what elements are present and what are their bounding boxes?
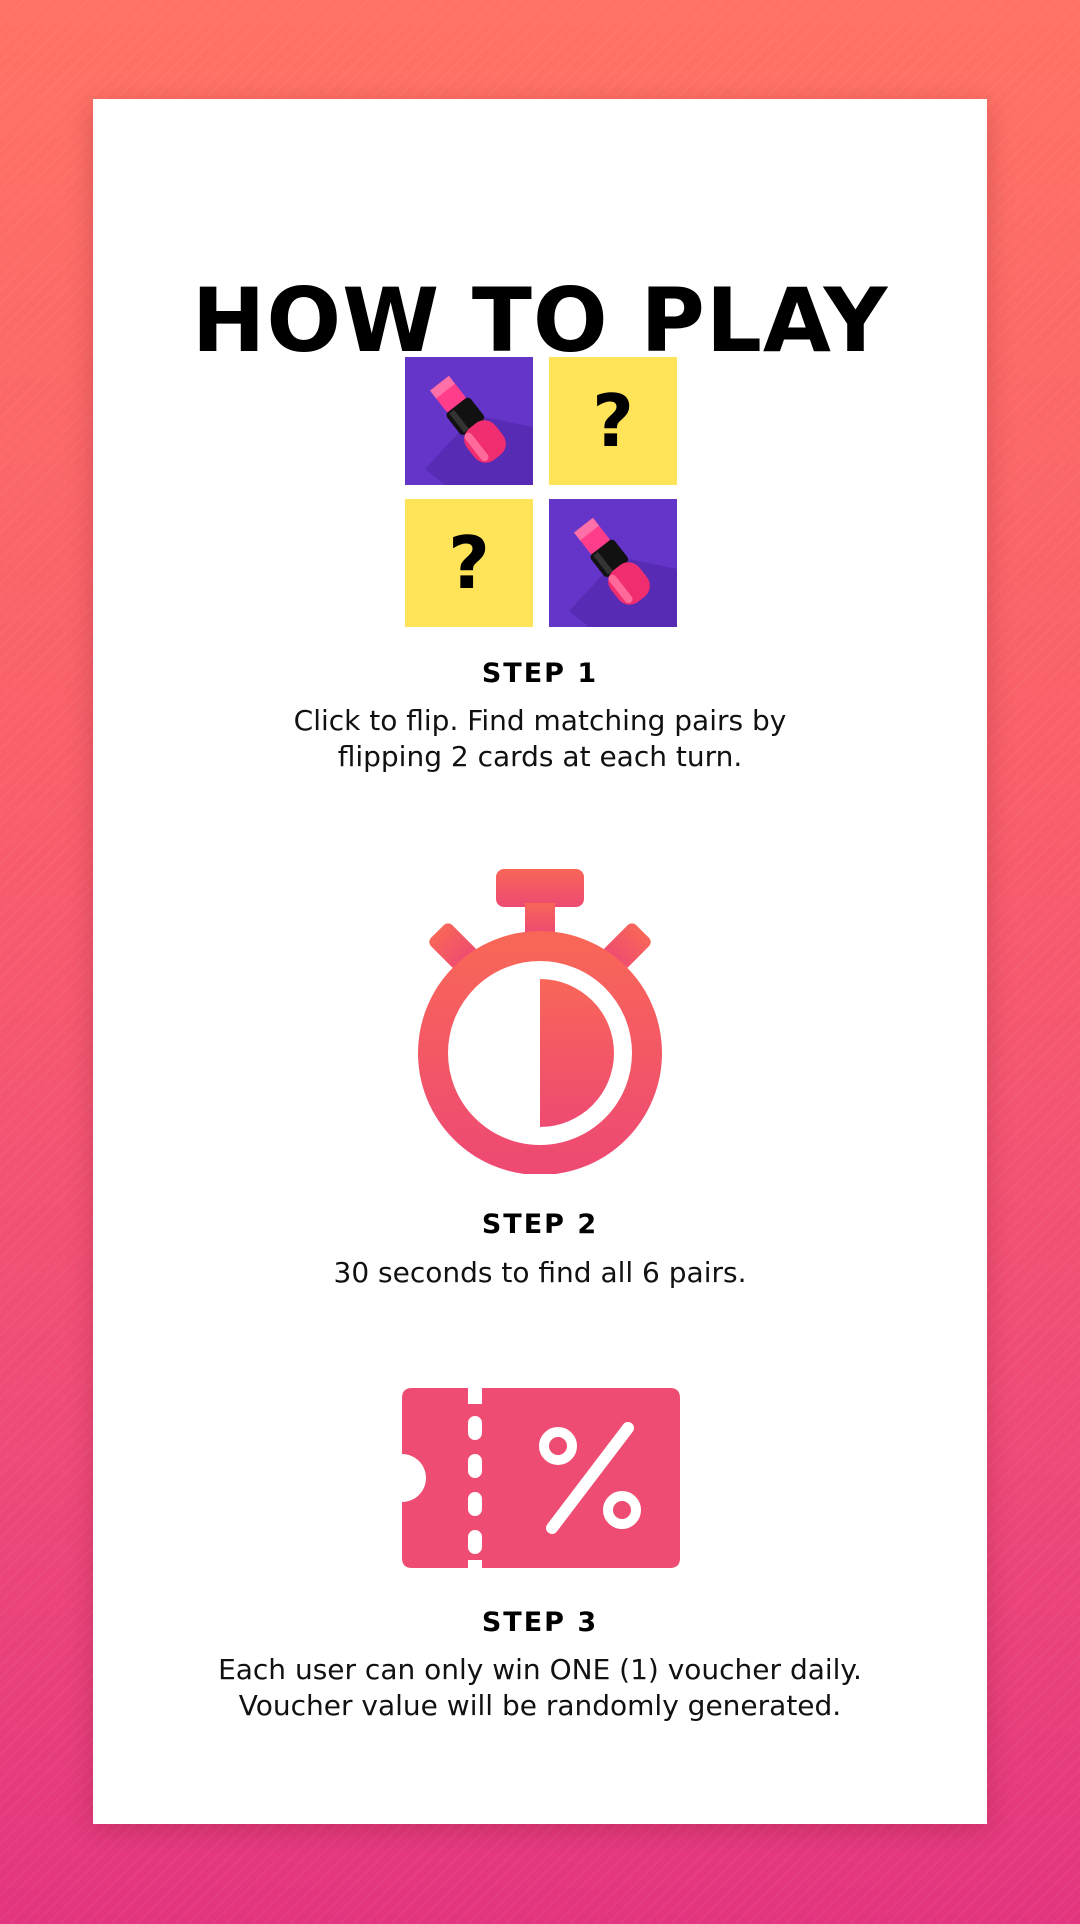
memory-card-lipstick (549, 499, 677, 627)
step-3-desc-line-2: Voucher value will be randomly generated… (238, 1689, 842, 1722)
page-title: HOW TO PLAY (191, 269, 889, 372)
question-mark-icon: ? (448, 521, 490, 605)
how-to-play-card: HOW TO PLAY ? ? STEP 1 Click to flip. Fi… (93, 99, 987, 1824)
memory-card-grid: ? ? (405, 357, 677, 627)
step-3-desc-line-1: Each user can only win ONE (1) voucher d… (218, 1653, 862, 1686)
step-2-description: 30 seconds to find all 6 pairs. (193, 1255, 887, 1291)
memory-card-hidden[interactable]: ? (549, 357, 677, 485)
lipstick-icon (425, 375, 533, 485)
step-3-description: Each user can only win ONE (1) voucher d… (193, 1652, 887, 1724)
step-3-label: STEP 3 (481, 1607, 599, 1638)
question-mark-icon: ? (592, 379, 634, 463)
step-1-desc-line-2: flipping 2 cards at each turn. (337, 740, 743, 773)
step-1-desc-line-1: Click to flip. Find matching pairs by (293, 704, 787, 737)
step-2-desc-line-1: 30 seconds to find all 6 pairs. (333, 1256, 747, 1289)
lipstick-icon (569, 517, 677, 627)
step-2-label: STEP 2 (481, 1209, 599, 1240)
stopwatch-icon (418, 869, 662, 1174)
memory-card-hidden[interactable]: ? (405, 499, 533, 627)
voucher-icon (402, 1388, 680, 1568)
memory-card-lipstick (405, 357, 533, 485)
step-1-description: Click to flip. Find matching pairs by fl… (193, 703, 887, 775)
step-1-label: STEP 1 (481, 658, 599, 689)
